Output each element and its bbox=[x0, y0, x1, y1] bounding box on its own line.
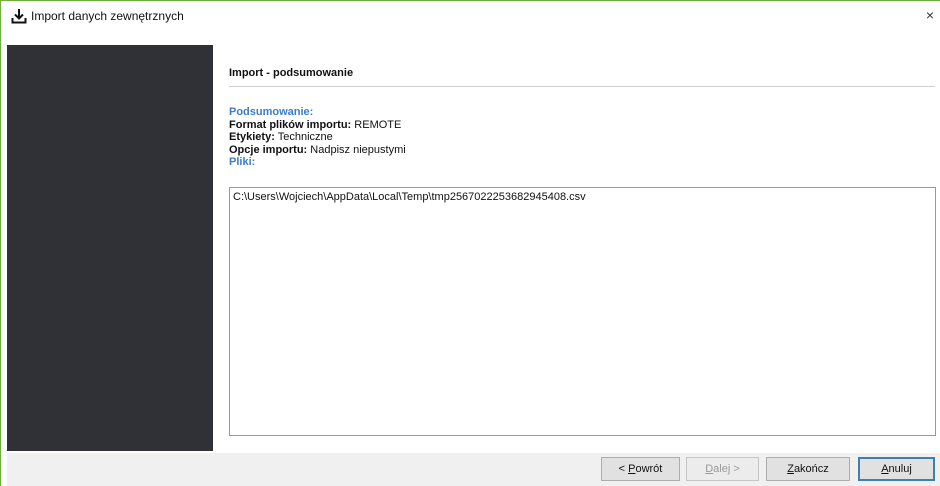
format-value: REMOTE bbox=[354, 118, 402, 131]
files-list[interactable]: C:\Users\Wojciech\AppData\Local\Temp\tmp… bbox=[229, 187, 936, 436]
next-suffix: > bbox=[730, 463, 740, 475]
format-label: Format plików importu: bbox=[229, 118, 352, 131]
next-label: alej bbox=[713, 463, 731, 475]
list-item[interactable]: C:\Users\Wojciech\AppData\Local\Temp\tmp… bbox=[233, 191, 586, 203]
next-mnemonic: D bbox=[705, 463, 714, 475]
cancel-mnemonic: A bbox=[881, 463, 889, 475]
options-value: Nadpisz niepustymi bbox=[310, 143, 406, 156]
close-icon[interactable]: × bbox=[923, 7, 937, 23]
finish-label: akończ bbox=[793, 463, 829, 475]
labels-row: Etykiety: Techniczne bbox=[229, 131, 406, 144]
labels-value: Techniczne bbox=[277, 131, 333, 143]
back-mnemonic: P bbox=[628, 463, 636, 475]
title-bar: Import danych zewnętrznych × bbox=[1, 1, 940, 31]
format-row: Format plików importu: REMOTE bbox=[229, 119, 406, 132]
main-content: Import - podsumowanie Podsumowanie: Form… bbox=[229, 45, 937, 451]
options-label: Opcje importu: bbox=[229, 143, 308, 156]
cancel-label: nuluj bbox=[888, 463, 912, 475]
sidebar-panel bbox=[7, 45, 213, 451]
files-heading: Pliki: bbox=[229, 156, 256, 168]
title-divider bbox=[229, 86, 935, 87]
back-prefix: < bbox=[618, 463, 629, 475]
back-label: owrót bbox=[635, 463, 663, 475]
back-button[interactable]: < Powrót bbox=[601, 457, 680, 481]
finish-mnemonic: Z bbox=[787, 463, 794, 475]
window-title: Import danych zewnętrznych bbox=[31, 9, 184, 23]
next-button[interactable]: Dalej > bbox=[686, 457, 759, 481]
download-icon bbox=[11, 9, 27, 24]
summary-block: Podsumowanie: Format plików importu: REM… bbox=[229, 106, 406, 169]
summary-heading: Podsumowanie: bbox=[229, 106, 314, 118]
dialog-window: Import danych zewnętrznych × Import - po… bbox=[0, 0, 940, 486]
cancel-button[interactable]: Anuluj bbox=[858, 457, 935, 481]
options-row: Opcje importu: Nadpisz niepustymi bbox=[229, 144, 406, 157]
labels-label: Etykiety: bbox=[229, 131, 275, 143]
page-title: Import - podsumowanie bbox=[229, 67, 354, 79]
finish-button[interactable]: Zakończ bbox=[766, 457, 850, 481]
